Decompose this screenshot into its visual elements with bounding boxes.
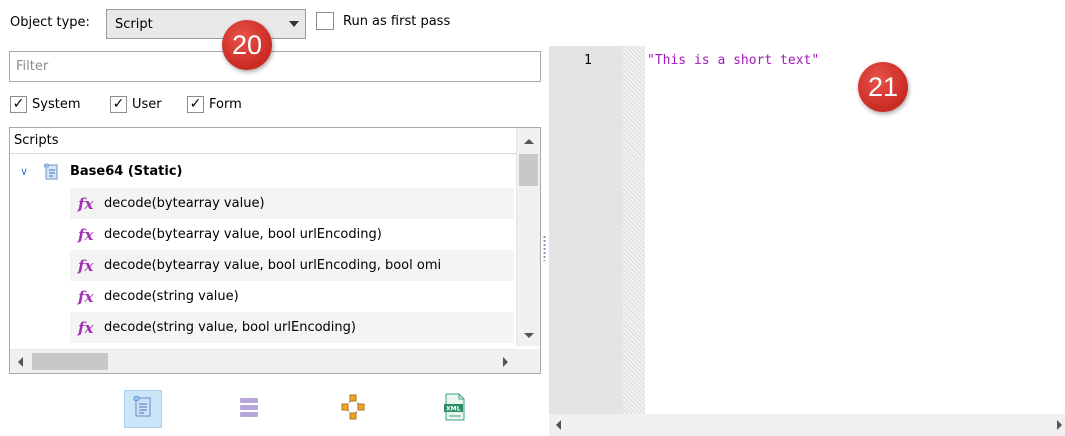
code-editor[interactable]: 1 "This is a short text"	[549, 46, 1065, 436]
scrollbar-corner	[516, 349, 540, 373]
xml-view-button[interactable]: XML	[436, 390, 474, 428]
form-label: Form	[209, 96, 242, 112]
tree-item[interactable]: fx decode(string value, bool urlEncoding…	[70, 312, 514, 343]
tree-item-label: decode(bytearray value)	[104, 196, 265, 211]
check-icon: ✓	[110, 95, 127, 113]
fold-margin	[623, 46, 645, 414]
chevron-down-icon	[289, 21, 299, 27]
script-view-icon	[132, 395, 154, 423]
line-number-gutter: 1	[549, 46, 623, 414]
run-first-pass-label: Run as first pass	[343, 14, 451, 29]
tree-item[interactable]: fx decode(bytearray value, bool urlEncod…	[70, 250, 514, 281]
scroll-down-icon[interactable]	[524, 333, 534, 338]
code-line[interactable]: "This is a short text"	[647, 53, 819, 68]
vertical-scrollbar[interactable]	[516, 128, 540, 346]
callout-badge-20: 20	[222, 20, 272, 70]
tree-item-label: decode(bytearray value, bool urlEncoding…	[104, 258, 442, 273]
check-icon: ✓	[187, 95, 204, 113]
check-icon: ✓	[10, 95, 27, 113]
scripts-tree[interactable]: Scripts ∨ Base64 (Static) fx decode(byte…	[9, 127, 541, 374]
function-icon: fx	[78, 225, 94, 244]
function-icon: fx	[78, 318, 94, 337]
object-type-label: Object type:	[10, 15, 90, 30]
tree-item[interactable]: fx decode(string value)	[70, 281, 514, 312]
line-number: 1	[584, 53, 592, 68]
script-icon	[44, 163, 60, 181]
user-label: User	[132, 96, 162, 112]
horizontal-scrollbar[interactable]	[10, 349, 516, 373]
function-icon: fx	[78, 194, 94, 213]
splitter-handle[interactable]	[543, 235, 546, 261]
function-icon: fx	[78, 287, 94, 306]
tree-header: Scripts	[10, 128, 516, 154]
tree-node-label: Base64 (Static)	[70, 164, 183, 179]
tree-item[interactable]: fx decode(bytearray value)	[70, 188, 514, 219]
scroll-right-icon[interactable]	[503, 357, 508, 367]
object-type-value: Script	[115, 17, 153, 32]
list-view-icon	[238, 396, 260, 422]
scroll-thumb[interactable]	[519, 154, 538, 186]
function-icon: fx	[78, 256, 94, 275]
filter-input[interactable]	[9, 51, 541, 82]
scroll-left-icon[interactable]	[18, 357, 23, 367]
user-checkbox[interactable]: ✓ User	[110, 95, 162, 113]
editor-horizontal-scrollbar[interactable]	[549, 414, 1065, 436]
graph-view-icon	[340, 394, 366, 424]
form-checkbox[interactable]: ✓ Form	[187, 95, 242, 113]
script-view-button[interactable]	[124, 390, 162, 428]
tree-item-label: decode(string value, bool urlEncoding)	[104, 320, 356, 335]
tree-node-base64[interactable]: ∨ Base64 (Static)	[10, 156, 514, 187]
tree-item-label: decode(string value)	[104, 289, 239, 304]
scroll-left-icon[interactable]	[556, 420, 561, 430]
xml-view-icon: XML	[443, 393, 467, 425]
object-type-select[interactable]: Script	[106, 9, 306, 39]
chevron-down-icon[interactable]: ∨	[20, 165, 34, 178]
graph-view-button[interactable]	[334, 390, 372, 428]
svg-text:XML: XML	[446, 406, 461, 413]
tree-item-label: decode(bytearray value, bool urlEncoding…	[104, 227, 382, 242]
callout-badge-21: 21	[858, 62, 908, 112]
scroll-up-icon[interactable]	[524, 139, 534, 144]
system-checkbox[interactable]: ✓ System	[10, 95, 80, 113]
tree-item[interactable]: fx decode(bytearray value, bool urlEncod…	[70, 219, 514, 250]
list-view-button[interactable]	[230, 390, 268, 428]
run-first-pass-checkbox[interactable]	[316, 12, 334, 30]
system-label: System	[32, 96, 81, 112]
scroll-right-icon[interactable]	[1057, 420, 1062, 430]
scroll-thumb[interactable]	[32, 353, 108, 370]
